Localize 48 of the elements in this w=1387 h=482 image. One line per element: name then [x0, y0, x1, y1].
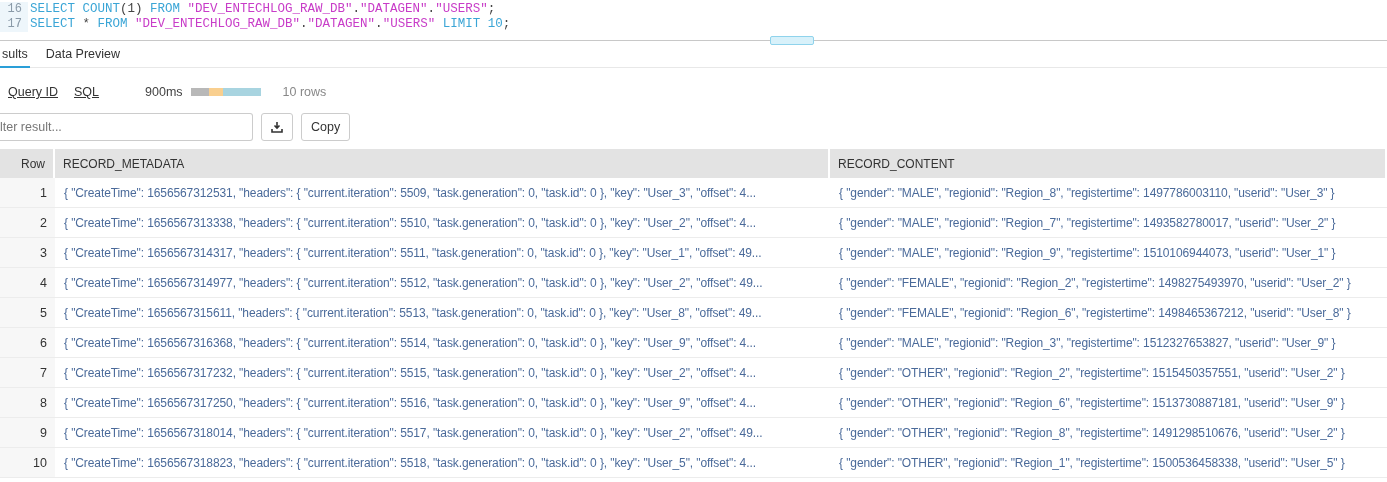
row-number: 8	[0, 388, 55, 418]
tab[interactable]: sults	[0, 41, 30, 68]
row-number: 2	[0, 208, 55, 238]
table-cell: { "gender": "OTHER", "regionid": "Region_8", "registertime": 1491298510676, "userid": "User_2" }	[830, 418, 1387, 448]
table-cell: { "gender": "MALE", "regionid": "Region_9", "registertime": 1510106944073, "userid": "User_1" }	[830, 238, 1387, 268]
table-cell: { "gender": "OTHER", "regionid": "Region_2", "registertime": 1515450357551, "userid": "User_2" }	[830, 358, 1387, 388]
row-number: 4	[0, 268, 55, 298]
table-cell: { "CreateTime": 1656567318823, "headers": { "current.iteration": 5518, "task.generation": 0, "task.id": 0 }, "key": "User_5", "offset": 4...	[55, 448, 830, 478]
table-cell: { "gender": "FEMALE", "regionid": "Region_2", "registertime": 1498275493970, "userid": "User_2" }	[830, 268, 1387, 298]
code-line: SELECT * FROM "DEV_ENTECHLOG_RAW_DB"."DATAGEN"."USERS" LIMIT 10;	[29, 17, 511, 32]
row-number: 1	[0, 178, 55, 208]
table-cell: { "gender": "OTHER", "regionid": "Region_6", "registertime": 1513730887181, "userid": "User_9" }	[830, 388, 1387, 418]
column-header[interactable]: RECORD_METADATA	[55, 149, 830, 178]
row-number: 5	[0, 298, 55, 328]
row-count: 10 rows	[282, 85, 327, 99]
copy-button[interactable]: Copy	[301, 113, 351, 141]
table-cell: { "CreateTime": 1656567315611, "headers": { "current.iteration": 5513, "task.generation": 0, "task.id": 0 }, "key": "User_8", "offset": 49...	[55, 298, 830, 328]
table-cell: { "gender": "MALE", "regionid": "Region_3", "registertime": 1512327653827, "userid": "User_9" }	[830, 328, 1387, 358]
line-number: 16	[0, 2, 28, 17]
duration-text: 900ms	[145, 85, 183, 99]
table-cell: { "gender": "FEMALE", "regionid": "Region_6", "registertime": 1498465367212, "userid": "User_8" }	[830, 298, 1387, 328]
tab[interactable]: Data Preview	[43, 41, 123, 68]
download-icon	[271, 121, 283, 133]
table-cell: { "gender": "MALE", "regionid": "Region_7", "registertime": 1493582780017, "userid": "User_2" }	[830, 208, 1387, 238]
table-cell: { "gender": "MALE", "regionid": "Region_8", "registertime": 1497786003110, "userid": "User_3" }	[830, 178, 1387, 208]
link[interactable]: Query ID	[8, 85, 58, 99]
table-cell: { "CreateTime": 1656567316368, "headers": { "current.iteration": 5514, "task.generation": 0, "task.id": 0 }, "key": "User_9", "offset": 4...	[55, 328, 830, 358]
row-number: 10	[0, 448, 55, 478]
table-cell: { "CreateTime": 1656567313338, "headers": { "current.iteration": 5510, "task.generation": 0, "task.id": 0 }, "key": "User_2", "offset": 4...	[55, 208, 830, 238]
code-line: SELECT COUNT(1) FROM "DEV_ENTECHLOG_RAW_DB"."DATAGEN"."USERS";	[29, 2, 496, 17]
table-cell: { "CreateTime": 1656567317232, "headers": { "current.iteration": 5515, "task.generation": 0, "task.id": 0 }, "key": "User_2", "offset": 4...	[55, 358, 830, 388]
row-number: 6	[0, 328, 55, 358]
line-number: 17	[0, 17, 28, 32]
row-number: 3	[0, 238, 55, 268]
filter-field[interactable]: lter result...	[0, 113, 253, 141]
column-header[interactable]: RECORD_CONTENT	[830, 149, 1387, 178]
table-cell: { "CreateTime": 1656567317250, "headers": { "current.iteration": 5516, "task.generation": 0, "task.id": 0 }, "key": "User_9", "offset": 4...	[55, 388, 830, 418]
table-cell: { "CreateTime": 1656567312531, "headers": { "current.iteration": 5509, "task.generation": 0, "task.id": 0 }, "key": "User_3", "offset": 4...	[55, 178, 830, 208]
link[interactable]: SQL	[74, 85, 100, 99]
resize-handle[interactable]	[770, 36, 814, 45]
table-cell: { "gender": "OTHER", "regionid": "Region_1", "registertime": 1500536458338, "userid": "User_5" }	[830, 448, 1387, 478]
row-number: 7	[0, 358, 55, 388]
table-cell: { "CreateTime": 1656567314317, "headers": { "current.iteration": 5511, "task.generation": 0, "task.id": 0 }, "key": "User_1", "offset": 49...	[55, 238, 830, 268]
row-number: 9	[0, 418, 55, 448]
table-cell: { "CreateTime": 1656567318014, "headers": { "current.iteration": 5517, "task.generation": 0, "task.id": 0 }, "key": "User_2", "offset": 49...	[55, 418, 830, 448]
table-cell: { "CreateTime": 1656567314977, "headers": { "current.iteration": 5512, "task.generation": 0, "task.id": 0 }, "key": "User_2", "offset": 49...	[55, 268, 830, 298]
download-button[interactable]	[261, 113, 293, 141]
column-header[interactable]: Row	[0, 149, 55, 178]
